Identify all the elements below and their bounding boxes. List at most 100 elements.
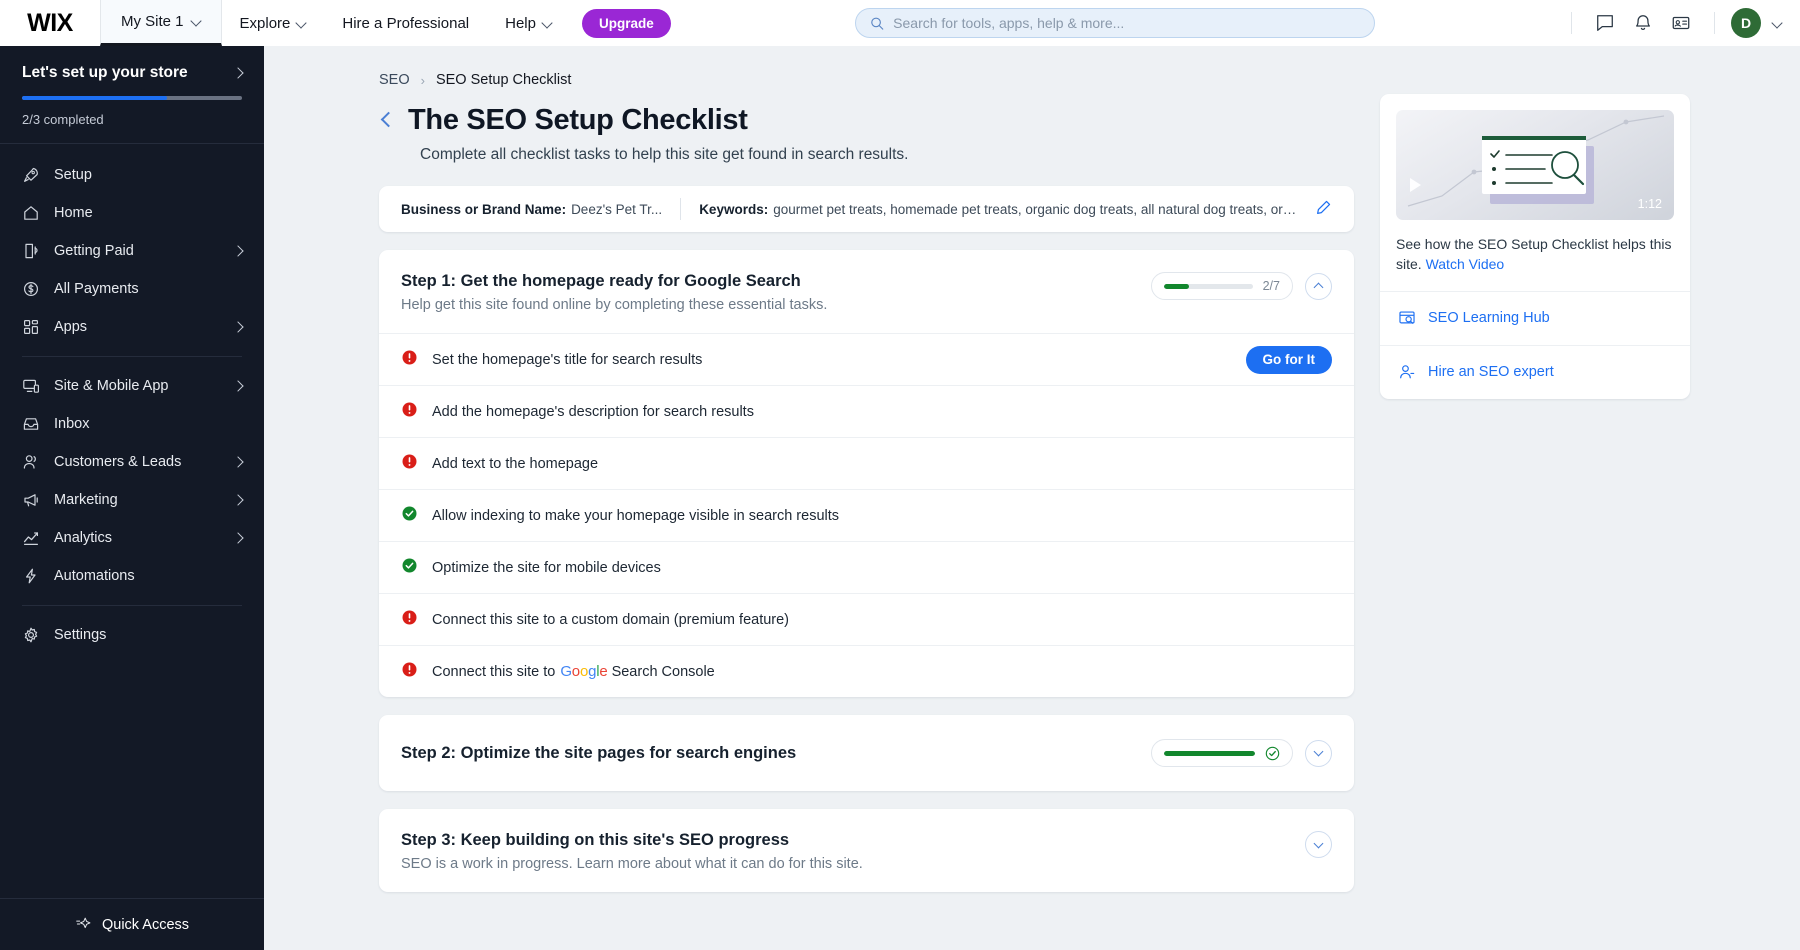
task-row[interactable]: Connect this site to a custom domain (pr…	[379, 593, 1354, 645]
chevron-down-icon	[543, 19, 552, 28]
sidebar-item-site-mobile-app[interactable]: Site & Mobile App	[0, 367, 264, 405]
nav-hire-label: Hire a Professional	[342, 15, 469, 32]
nav-help[interactable]: Help	[487, 0, 570, 46]
task-row[interactable]: Optimize the site for mobile devices	[379, 541, 1354, 593]
step-header-text: Step 2: Optimize the site pages for sear…	[401, 744, 796, 763]
contact-card-icon[interactable]	[1664, 6, 1698, 40]
checklist-column: SEO › SEO Setup Checklist The SEO Setup …	[379, 72, 1354, 892]
video-caption: See how the SEO Setup Checklist helps th…	[1380, 220, 1690, 291]
step-progress-fill	[1164, 284, 1189, 289]
sidebar-item-analytics[interactable]: Analytics	[0, 519, 264, 557]
seo-learning-hub-label: SEO Learning Hub	[1428, 310, 1550, 326]
store-setup-block[interactable]: Let's set up your store 2/3 completed	[0, 46, 264, 144]
task-row[interactable]: Add the homepage's description for searc…	[379, 385, 1354, 437]
sidebar-item-label: Marketing	[54, 492, 220, 508]
step-header[interactable]: Step 3: Keep building on this site's SEO…	[379, 809, 1354, 892]
back-arrow-icon[interactable]	[381, 112, 397, 128]
chevron-down-icon	[297, 19, 306, 28]
step-progress-pill	[1151, 739, 1293, 767]
chevron-down-icon	[1314, 838, 1324, 848]
sidebar-item-setup[interactable]: Setup	[0, 156, 264, 194]
chat-icon[interactable]	[1588, 6, 1622, 40]
sidebar-item-apps[interactable]: Apps	[0, 308, 264, 346]
step-progress-track	[1164, 751, 1255, 756]
search-container	[671, 8, 1559, 38]
chevron-right-icon	[232, 245, 243, 256]
keywords-value: gourmet pet treats, homemade pet treats,…	[773, 202, 1303, 217]
brand-name-label: Business or Brand Name	[401, 202, 562, 217]
sidebar-item-inbox[interactable]: Inbox	[0, 405, 264, 443]
pencil-icon[interactable]	[1303, 199, 1332, 219]
status-incomplete-icon	[401, 349, 418, 370]
step-card-3: Step 3: Keep building on this site's SEO…	[379, 809, 1354, 892]
step-description: SEO is a work in progress. Learn more ab…	[401, 856, 863, 872]
divider	[1714, 12, 1715, 34]
seo-help-panel: 1:12 See how the SEO Setup Checklist hel…	[1380, 94, 1690, 399]
wix-logo[interactable]: WIX	[0, 9, 100, 38]
task-text: Allow indexing to make your homepage vis…	[432, 508, 839, 524]
hire-seo-expert-link[interactable]: Hire an SEO expert	[1380, 345, 1690, 399]
brand-name-value: Deez's Pet Tr...	[571, 202, 662, 217]
sidebar-item-label: Setup	[54, 167, 242, 183]
bell-icon[interactable]	[1626, 6, 1660, 40]
step-header-right: 2/7	[1151, 272, 1332, 300]
breadcrumb-seo[interactable]: SEO	[379, 72, 410, 88]
sidebar-item-label: Site & Mobile App	[54, 378, 220, 394]
divider	[1571, 12, 1572, 34]
global-search[interactable]	[855, 8, 1375, 38]
search-input[interactable]	[893, 15, 1360, 31]
seo-learning-hub-link[interactable]: SEO Learning Hub	[1380, 291, 1690, 345]
sidebar-item-settings[interactable]: Settings	[0, 616, 264, 654]
wix-dashboard: WIX My Site 1 Explore Hire a Professiona…	[0, 0, 1800, 950]
chevron-down-icon	[1314, 747, 1324, 757]
main-content: SEO › SEO Setup Checklist The SEO Setup …	[264, 46, 1800, 950]
page-title-row: The SEO Setup Checklist	[379, 104, 1354, 137]
nav-hire-a-professional[interactable]: Hire a Professional	[324, 0, 487, 46]
avatar[interactable]: D	[1731, 8, 1761, 38]
sidebar-item-customers-leads[interactable]: Customers & Leads	[0, 443, 264, 481]
upgrade-button[interactable]: Upgrade	[582, 9, 671, 38]
store-progress-bar	[22, 96, 242, 100]
sidebar-item-label: Inbox	[54, 416, 242, 432]
step-progress-pill: 2/7	[1151, 272, 1293, 300]
collapse-step-button[interactable]	[1305, 273, 1332, 300]
chevron-right-icon	[232, 494, 243, 505]
breadcrumb-current: SEO Setup Checklist	[436, 72, 571, 88]
step-header-right	[1305, 831, 1332, 858]
person-expert-icon	[1398, 363, 1416, 381]
topbar-actions: D	[1559, 6, 1800, 40]
expand-step-button[interactable]	[1305, 831, 1332, 858]
gear-icon	[22, 626, 40, 644]
task-row[interactable]: Connect this site to GoogleSearch Consol…	[379, 645, 1354, 697]
sidebar-item-all-payments[interactable]: All Payments	[0, 270, 264, 308]
sidebar-item-getting-paid[interactable]: Getting Paid	[0, 232, 264, 270]
sidebar-item-automations[interactable]: Automations	[0, 557, 264, 595]
step-progress-text: 2/7	[1263, 279, 1280, 293]
task-action-button[interactable]: Go for It	[1246, 346, 1333, 374]
step-header[interactable]: Step 1: Get the homepage ready for Googl…	[379, 250, 1354, 333]
site-selector[interactable]: My Site 1	[100, 0, 222, 46]
video-thumbnail[interactable]: 1:12	[1396, 110, 1674, 220]
step-title: Step 1: Get the homepage ready for Googl…	[401, 272, 827, 291]
store-setup-header[interactable]: Let's set up your store	[22, 64, 242, 82]
brand-name-segment: Business or Brand Name: Deez's Pet Tr...	[401, 202, 662, 217]
task-row[interactable]: Add text to the homepage	[379, 437, 1354, 489]
chevron-down-icon[interactable]	[1773, 19, 1782, 28]
store-setup-title: Let's set up your store	[22, 64, 188, 82]
sidebar-item-home[interactable]: Home	[0, 194, 264, 232]
quick-access-button[interactable]: Quick Access	[0, 898, 264, 950]
nav-explore[interactable]: Explore	[222, 0, 325, 46]
task-label-suffix: Search Console	[612, 664, 715, 680]
watch-video-link[interactable]: Watch Video	[1426, 256, 1505, 272]
step-header[interactable]: Step 2: Optimize the site pages for sear…	[379, 715, 1354, 791]
sidebar-item-marketing[interactable]: Marketing	[0, 481, 264, 519]
video-wrapper: 1:12	[1380, 94, 1690, 220]
expand-step-button[interactable]	[1305, 740, 1332, 767]
chevron-right-icon	[232, 456, 243, 467]
side-panel-column: 1:12 See how the SEO Setup Checklist hel…	[1380, 72, 1690, 892]
task-text: Set the homepage's title for search resu…	[432, 352, 702, 368]
keywords-label: Keywords	[699, 202, 764, 217]
steps-container: Step 1: Get the homepage ready for Googl…	[379, 250, 1354, 892]
task-row[interactable]: Allow indexing to make your homepage vis…	[379, 489, 1354, 541]
task-row[interactable]: Set the homepage's title for search resu…	[379, 333, 1354, 385]
